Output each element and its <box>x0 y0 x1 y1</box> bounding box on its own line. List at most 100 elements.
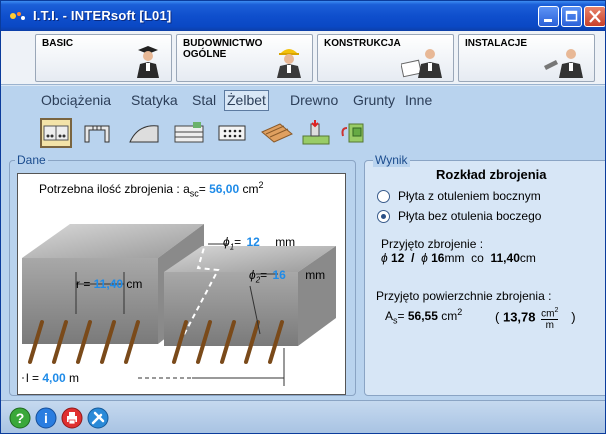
app-logo-icon <box>10 12 25 20</box>
phi-symbol-a: ϕ <box>381 251 388 265</box>
phi2-value: 16 <box>272 268 286 282</box>
shell-tool[interactable] <box>128 118 160 148</box>
phi2-eq: = <box>260 268 271 282</box>
adopted-phi2: 16 <box>431 251 445 265</box>
reinforcement-tool[interactable] <box>260 118 293 148</box>
svg-text:?: ? <box>16 410 25 426</box>
settings-icon[interactable] <box>87 407 109 429</box>
menu-stal[interactable]: Stal <box>192 92 216 108</box>
length-label: l = 4,00 m <box>24 371 82 385</box>
stirrup-tool[interactable] <box>337 118 369 148</box>
adopted-sep: / <box>411 251 415 265</box>
length-eq: l = <box>26 371 43 385</box>
module-tabs: BASIC BUDOWNICTWO OGÓLNE KONSTRUKCJA INS… <box>1 31 605 85</box>
required-eq: = <box>198 182 210 196</box>
per-m-denominator: m <box>545 320 554 332</box>
svg-text:i: i <box>44 410 48 426</box>
minimize-button[interactable] <box>538 6 559 27</box>
required-unit: cm <box>242 182 259 196</box>
per-m-value: 13,78 <box>502 309 536 325</box>
option-without-cover[interactable]: Płyta bez otulenia boczego <box>377 209 597 225</box>
plumber-figure-icon <box>544 49 583 78</box>
menu-zelbet[interactable]: Żelbet <box>224 90 269 111</box>
maximize-button[interactable] <box>561 6 582 27</box>
column-tool[interactable] <box>81 118 113 148</box>
staircase-tool[interactable] <box>173 118 205 148</box>
menu-obciazenia[interactable]: Obciążenia <box>41 92 111 108</box>
beam-section-icon <box>43 125 69 141</box>
adopted-phi1: 12 <box>391 251 405 265</box>
tool-bar <box>1 114 605 152</box>
module-instalacje-label: INSTALACJE <box>465 38 528 49</box>
foundation-tool[interactable] <box>299 118 331 148</box>
radio-without-cover[interactable] <box>377 210 390 223</box>
builder-figure-icon <box>277 49 301 78</box>
required-value: 56,00 <box>209 182 240 196</box>
foundation-icon <box>302 120 330 145</box>
adopted-unit: mm <box>444 251 465 265</box>
area-unit-sup: 2 <box>457 307 463 317</box>
info-icon[interactable]: i <box>35 407 57 429</box>
per-m-fraction: cm2 m <box>541 305 559 332</box>
adopted-label: Przyjęto zbrojenie : <box>381 237 484 251</box>
phi1-label: ϕ1= 12 mm <box>223 235 295 251</box>
engineer-figure-icon <box>401 49 442 78</box>
spacing-unit: cm <box>126 277 143 291</box>
slab-tool[interactable] <box>216 118 248 148</box>
phi1-eq: = <box>234 235 245 249</box>
status-bar: ? i <box>1 400 605 433</box>
menu-inne[interactable]: Inne <box>405 92 432 108</box>
phi2-label: ϕ2= 16 mm <box>249 268 325 284</box>
area-value-row: As= 56,55 cm2 <box>385 307 462 325</box>
adopted-reinforcement: ϕ 12 / ϕ 16mm co 11,40cm <box>381 251 536 265</box>
required-label: Potrzebna ilość zbrojenia : a <box>39 182 190 196</box>
menu-drewno[interactable]: Drewno <box>290 92 338 108</box>
title-bar[interactable]: I.T.I. - INTERsoft [L01] <box>1 1 605 31</box>
spacing-value: 11,40 <box>93 277 124 291</box>
close-button[interactable] <box>584 6 605 27</box>
module-budownictwo[interactable]: BUDOWNICTWO OGÓLNE <box>176 34 313 82</box>
area-label: Przyjęto powierzchnie zbrojenia : <box>376 289 552 303</box>
module-basic-label: BASIC <box>42 38 74 49</box>
required-unit-sup: 2 <box>258 180 264 190</box>
graduate-figure-icon <box>137 46 159 78</box>
window-title: I.T.I. - INTERsoft [L01] <box>33 8 172 23</box>
stirrup-icon <box>341 123 364 143</box>
maximize-icon <box>565 10 578 22</box>
spacing-label: r = 11,40 cm <box>76 277 142 291</box>
adopted-spacing: 11,40 <box>490 251 520 265</box>
print-icon[interactable] <box>61 407 83 429</box>
area-per-meter: ( 13,78 cm2 m ) <box>495 305 576 331</box>
area-symbol: A <box>385 309 394 323</box>
module-basic[interactable]: BASIC <box>35 34 172 82</box>
area-eq: = <box>397 309 408 323</box>
radio-with-cover[interactable] <box>377 190 390 203</box>
option-without-cover-label: Płyta bez otulenia boczego <box>398 209 542 223</box>
menu-statyka[interactable]: Statyka <box>131 92 178 108</box>
phi1-symbol: ϕ1 <box>223 235 235 252</box>
area-unit: cm <box>441 309 458 323</box>
phi1-unit: mm <box>275 235 296 249</box>
option-with-cover-label: Płyta z otuleniem bocznym <box>398 189 541 203</box>
app-window: I.T.I. - INTERsoft [L01] BASIC BUDOWNICT… <box>0 0 606 434</box>
area-value: 56,55 <box>407 309 438 323</box>
module-konstrukcja-label: KONSTRUKCJA <box>324 38 401 49</box>
phi-symbol-b: ϕ <box>421 251 428 265</box>
length-unit: m <box>69 371 80 385</box>
module-instalacje[interactable]: INSTALACJE <box>458 34 595 82</box>
portal-frame-icon <box>84 125 110 143</box>
length-value: 4,00 <box>42 371 66 385</box>
module-konstrukcja[interactable]: KONSTRUKCJA <box>317 34 454 82</box>
menu-grunty[interactable]: Grunty <box>353 92 395 108</box>
help-icon[interactable]: ? <box>9 407 31 429</box>
adopted-spacing-unit: cm <box>519 251 536 265</box>
phi2-symbol: ϕ2 <box>249 268 261 285</box>
beam-section-tool[interactable] <box>40 118 72 148</box>
adopted-co: co <box>471 251 484 265</box>
curved-shell-icon <box>129 125 159 143</box>
option-with-cover[interactable]: Płyta z otuleniem bocznym <box>377 189 597 205</box>
phi1-value: 12 <box>246 235 260 249</box>
per-m-numerator: cm2 <box>541 307 559 321</box>
wynik-title: Wynik <box>373 153 410 167</box>
close-icon <box>589 10 601 23</box>
